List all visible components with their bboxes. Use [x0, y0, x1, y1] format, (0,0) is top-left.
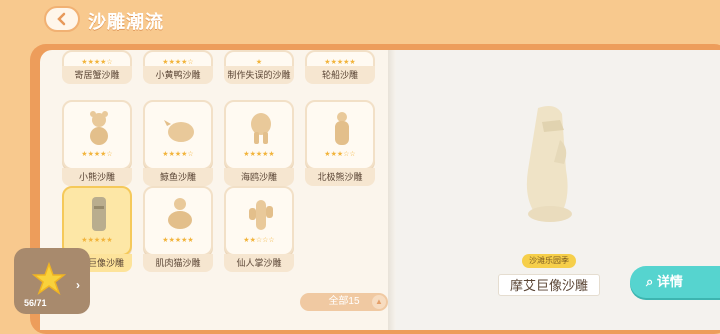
- filter-all-button[interactable]: 全部15 ▲: [300, 293, 388, 311]
- sculpture-card[interactable]: ★★★★★ 轮船沙雕: [305, 50, 375, 84]
- sculpture-card[interactable]: ★★★★☆ 寄居蟹沙雕: [62, 50, 132, 84]
- card-label: 鲸鱼沙雕: [143, 168, 213, 186]
- back-arrow-icon: [57, 12, 66, 26]
- card-label: 制作失误的沙雕: [224, 66, 294, 84]
- sculpture-card-muscle-cat[interactable]: ★★★★★ 肌肉猫沙雕: [143, 186, 213, 272]
- muscle-cat-sculpture-icon: [168, 198, 192, 229]
- card-label: 小熊沙雕: [62, 168, 132, 186]
- sculpture-card-bear[interactable]: ★★★★☆ 小熊沙雕: [62, 100, 132, 186]
- card-label: 小黄鸭沙雕: [143, 66, 213, 84]
- sculpture-card-polar-bear[interactable]: ★★★☆☆ 北极熊沙雕: [305, 100, 375, 186]
- sculpture-card-moai-selected[interactable]: ★★★★★ 摩艾巨像沙雕: [62, 186, 132, 272]
- whale-sculpture-icon: [164, 120, 194, 142]
- rating-stars: ★: [255, 59, 263, 66]
- season-badge: 沙滩乐园季: [522, 254, 576, 268]
- rating-stars: ★★★★★: [81, 237, 113, 244]
- polar-bear-sculpture-icon: [335, 112, 349, 145]
- rating-stars: ★★★★☆: [162, 59, 194, 66]
- rating-stars: ★★★★☆: [81, 59, 113, 66]
- filter-label: 全部15: [328, 296, 360, 307]
- sculpture-card[interactable]: ★★★★☆ 小黄鸭沙雕: [143, 50, 213, 84]
- selected-sculpture-name: 摩艾巨像沙雕: [498, 274, 600, 296]
- rating-stars: ★★★★★: [243, 151, 275, 158]
- details-label: 详情: [656, 274, 683, 289]
- chevron-up-icon: ▲: [372, 295, 386, 309]
- page-title: 沙雕潮流: [88, 12, 164, 32]
- bear-sculpture-icon: [90, 111, 108, 145]
- search-icon: ⌕: [646, 274, 654, 289]
- rating-stars: ★★★★☆: [162, 151, 194, 158]
- rating-stars: ★★★★★: [324, 59, 356, 66]
- rating-stars: ★★☆☆☆: [243, 237, 275, 244]
- chevron-right-icon: ›: [76, 278, 80, 292]
- details-button[interactable]: ⌕ 详情: [630, 266, 720, 298]
- card-label: 海鸥沙雕: [224, 168, 294, 186]
- sculpture-card-seagull[interactable]: ★★★★★ 海鸥沙雕: [224, 100, 294, 186]
- moai-sculpture-icon: [92, 197, 106, 231]
- collection-count: 56/71: [24, 298, 47, 308]
- card-label: 仙人掌沙雕: [224, 254, 294, 272]
- rating-stars: ★★★☆☆: [324, 151, 356, 158]
- moai-statue-preview: [526, 106, 572, 222]
- sculpture-card-cactus[interactable]: ★★☆☆☆ 仙人掌沙雕: [224, 186, 294, 272]
- seagull-sculpture-icon: [251, 113, 271, 144]
- card-label: 北极熊沙雕: [305, 168, 375, 186]
- card-label: 肌肉猫沙雕: [143, 254, 213, 272]
- book-spine: [388, 50, 396, 330]
- collection-progress-button[interactable]: 56/71 ›: [14, 248, 90, 314]
- rating-stars: ★★★★☆: [81, 151, 113, 158]
- card-label: 寄居蟹沙雕: [62, 66, 132, 84]
- sculpture-card[interactable]: ★ 制作失误的沙雕: [224, 50, 294, 84]
- card-label: 轮船沙雕: [305, 66, 375, 84]
- sculpture-card-whale[interactable]: ★★★★☆ 鲸鱼沙雕: [143, 100, 213, 186]
- rating-stars: ★★★★★: [162, 237, 194, 244]
- star-icon: [32, 262, 66, 295]
- cactus-sculpture-icon: [249, 200, 273, 230]
- back-button[interactable]: [44, 6, 80, 32]
